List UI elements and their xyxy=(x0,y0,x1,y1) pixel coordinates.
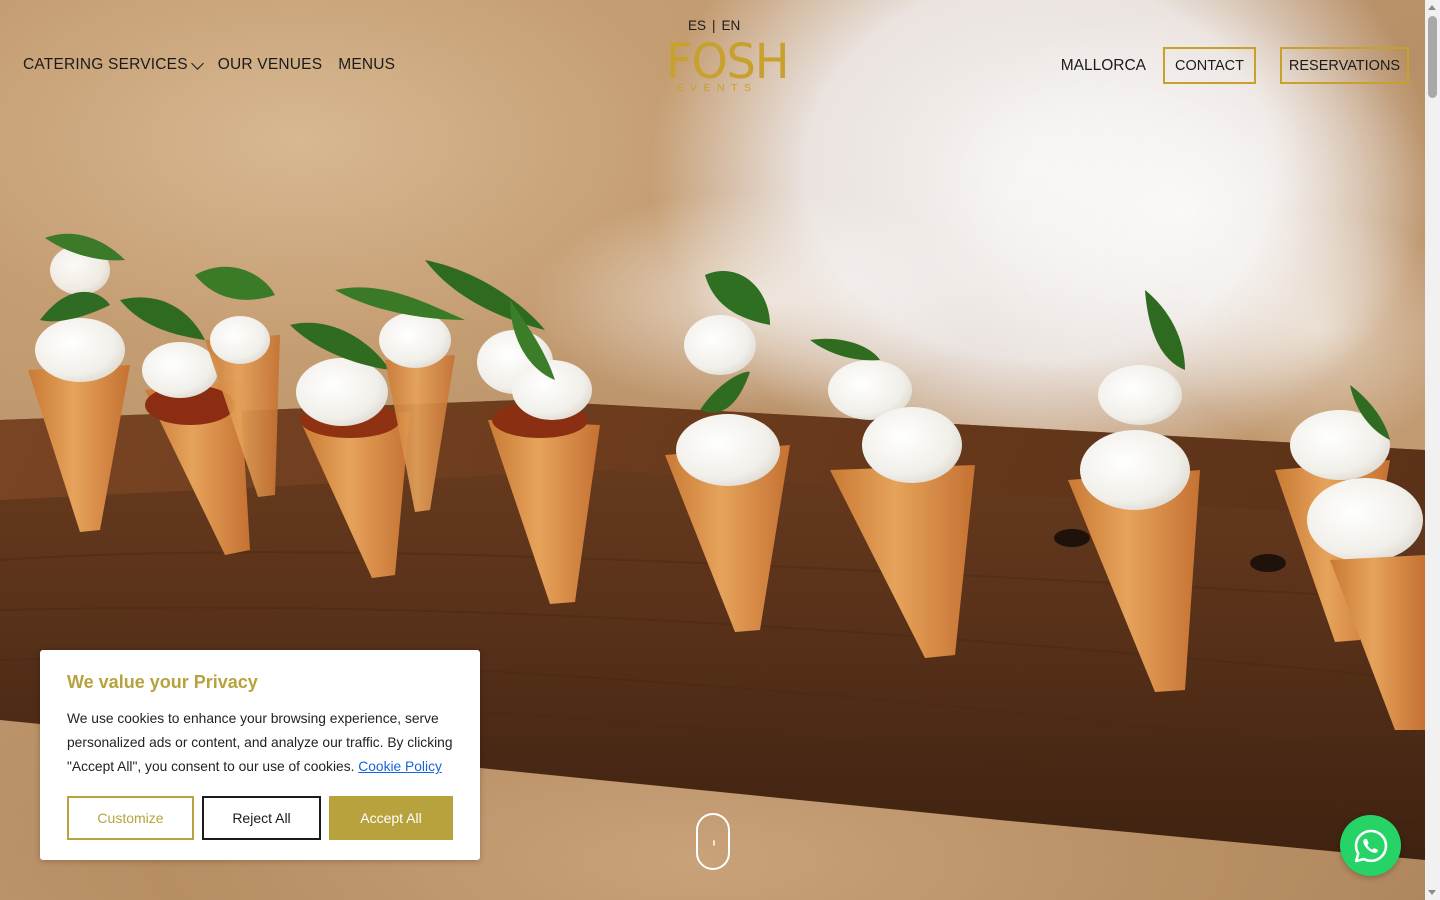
whatsapp-icon xyxy=(1354,829,1387,862)
cookie-buttons: Customize Reject All Accept All xyxy=(67,796,453,840)
cookie-consent-banner: We value your Privacy We use cookies to … xyxy=(40,650,480,860)
contact-button[interactable]: CONTACT xyxy=(1163,47,1256,84)
reject-all-button[interactable]: Reject All xyxy=(202,796,321,840)
chevron-down-icon xyxy=(190,56,204,70)
main-nav: CATERING SERVICES OUR VENUES MENUS xyxy=(23,56,395,74)
logo-word: FOSH xyxy=(666,32,789,90)
mouse-scroll-icon[interactable] xyxy=(696,813,730,870)
vertical-scrollbar[interactable] xyxy=(1425,0,1440,900)
nav-our-venues[interactable]: OUR VENUES xyxy=(218,56,323,74)
lang-es[interactable]: ES xyxy=(688,18,706,33)
page: CATERING SERVICES OUR VENUES MENUS ES | … xyxy=(0,0,1440,900)
mouse-wheel xyxy=(713,840,715,846)
nav-catering-services-label: CATERING SERVICES xyxy=(23,56,188,73)
reservations-button[interactable]: RESERVATIONS xyxy=(1280,47,1409,84)
whatsapp-button[interactable] xyxy=(1340,815,1401,876)
location-mallorca[interactable]: MALLORCA xyxy=(1061,57,1146,75)
nav-menus[interactable]: MENUS xyxy=(338,56,395,74)
lang-en[interactable]: EN xyxy=(722,18,741,33)
lang-separator: | xyxy=(712,18,716,33)
language-switcher: ES | EN xyxy=(688,18,740,33)
cookie-text: We use cookies to enhance your browsing … xyxy=(67,707,453,779)
header-actions: MALLORCA CONTACT RESERVATIONS xyxy=(1061,47,1409,84)
customize-button[interactable]: Customize xyxy=(67,796,194,840)
scrollbar-thumb[interactable] xyxy=(1428,16,1437,98)
cookie-title: We value your Privacy xyxy=(67,672,258,692)
fosh-events-logo[interactable]: FOSH EVENTS xyxy=(666,32,789,100)
scroll-down-arrow-icon[interactable] xyxy=(1428,890,1436,895)
nav-catering-services[interactable]: CATERING SERVICES xyxy=(23,56,204,74)
cookie-policy-link[interactable]: Cookie Policy xyxy=(358,759,442,774)
accept-all-button[interactable]: Accept All xyxy=(329,796,453,840)
scroll-up-arrow-icon[interactable] xyxy=(1428,5,1436,10)
